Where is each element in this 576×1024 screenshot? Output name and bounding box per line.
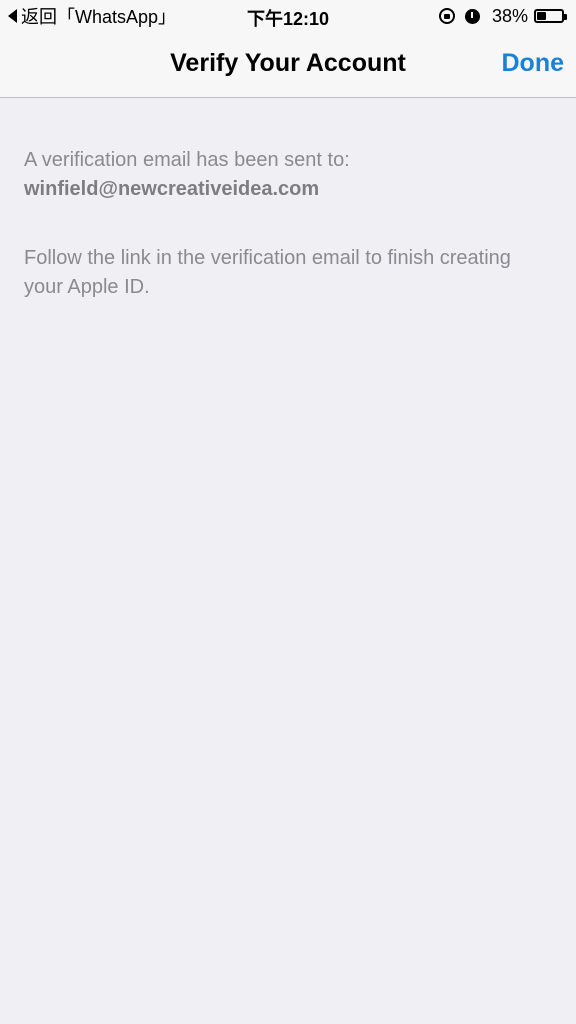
alarm-icon xyxy=(464,8,480,24)
battery-percentage: 38% xyxy=(491,5,528,26)
screen: 返回「WhatsApp」 下午12:10 38% Verify Your Acc… xyxy=(0,0,576,1024)
verification-email-address: winfield@newcreativeidea.com xyxy=(24,178,320,200)
sent-message: A verification email has been sent to: xyxy=(24,149,350,171)
status-indicators: 38% xyxy=(438,5,567,27)
battery-tip xyxy=(564,14,567,20)
done-button[interactable]: Done xyxy=(502,49,565,78)
status-bar: 返回「WhatsApp」 下午12:10 38% xyxy=(0,0,576,32)
verification-instructions: Follow the link in the verification emai… xyxy=(24,247,511,298)
orientation-lock-icon xyxy=(438,8,455,24)
page-title: Verify Your Account xyxy=(170,49,406,77)
verification-content: A verification email has been sent to: w… xyxy=(24,146,544,302)
battery-icon xyxy=(534,9,567,23)
navigation-bar: Verify Your Account Done xyxy=(0,32,576,98)
battery-level-fill xyxy=(537,12,546,20)
